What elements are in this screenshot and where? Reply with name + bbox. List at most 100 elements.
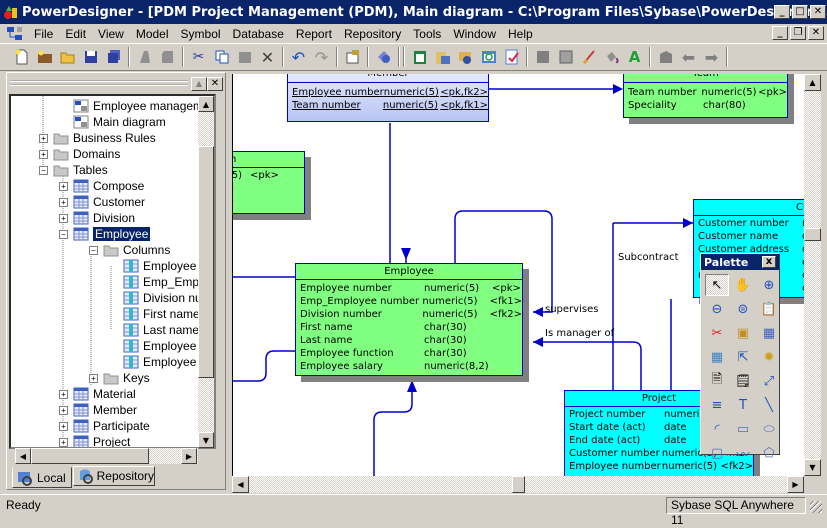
palette-close-button[interactable]: x [762,256,776,268]
pointer-icon[interactable]: ↖ [705,274,729,296]
menu-window[interactable]: Window [447,27,502,41]
pane-close-button[interactable]: ✕ [207,77,223,91]
expand-icon[interactable]: + [59,213,68,223]
tree-item[interactable]: + Business Rules [39,130,156,146]
tree-item[interactable]: + Member [59,402,137,418]
table-team[interactable]: Team Team numbernumeric(5)<pk> Specialit… [623,74,788,118]
resize-grip-icon[interactable] [810,501,822,513]
expand-icon[interactable]: + [89,373,98,383]
menu-tools[interactable]: Tools [407,27,447,41]
cut-icon[interactable]: ✂ [187,46,210,68]
menu-database[interactable]: Database [227,27,290,41]
tree-scroll-right[interactable]: ▶ [181,448,197,464]
send-back-icon[interactable] [554,46,577,68]
new-diagram-icon[interactable] [408,46,431,68]
canvas-scroll-up[interactable]: ▲ [804,74,821,91]
model-icon[interactable] [6,26,24,42]
close-button[interactable]: ✕ [810,5,826,19]
ellipse-icon[interactable]: ⬭ [757,418,781,440]
menu-view[interactable]: View [92,27,130,41]
tree-item[interactable]: + Material [59,386,136,402]
canvas-hscroll[interactable]: ◀ ▶ [232,476,804,493]
palette-window[interactable]: Palette x ↖ ✋ ⊕ ⊖ ⊜ 📋 ✂ ▣ ▦ ▦ ⇱ ✹ 🗎 🗒 ⤢ ≡ T ╲ ◜ ▭ ⬭ ▢ 〰 ⬠ [700,253,781,463]
tree-item[interactable]: + Keys [89,370,150,386]
bring-front-icon[interactable] [531,46,554,68]
open-icon[interactable] [56,46,79,68]
rectangle-icon[interactable]: ▭ [731,418,755,440]
save-icon[interactable] [79,46,102,68]
check-model-icon[interactable] [500,46,523,68]
collapse-icon[interactable]: − [59,229,68,239]
tree-item[interactable]: First name [123,306,200,322]
menu-file[interactable]: File [28,27,59,41]
reference-icon[interactable]: ⇱ [731,346,755,368]
menu-help[interactable]: Help [502,27,539,41]
rounded-rect-icon[interactable]: ▢ [705,442,729,464]
tree-item[interactable]: + Division [59,210,135,226]
expand-icon[interactable]: + [59,437,68,447]
print-icon[interactable] [156,46,179,68]
note-icon[interactable]: 🗒 [731,370,755,392]
collapse-icon[interactable]: − [39,165,48,175]
redo-icon[interactable]: ↷ [310,46,333,68]
tree-scroll-thumb[interactable] [198,146,214,378]
pane-float-button[interactable]: ▲ [191,77,207,91]
tree-item[interactable]: + Participate [59,418,150,434]
expand-icon[interactable]: + [59,421,68,431]
expand-icon[interactable]: + [59,405,68,415]
tree-item[interactable]: + Project [59,434,130,447]
undo-icon[interactable]: ↶ [287,46,310,68]
zoom-out-icon[interactable]: ⊖ [705,298,729,320]
fill-icon[interactable] [577,46,600,68]
tree-item[interactable]: Last name [123,322,199,338]
link-icon[interactable]: ⤢ [757,370,781,392]
help-icon[interactable] [372,46,395,68]
paste-icon[interactable] [233,46,256,68]
mdi-minimize-button[interactable]: _ [772,26,788,40]
cut-icon[interactable]: ✂ [705,322,729,344]
properties-icon[interactable]: 📋 [757,298,781,320]
properties-icon[interactable] [341,46,364,68]
table-employee[interactable]: Employee Employee number numeric(5) <pk> Em… [295,263,523,376]
package-icon[interactable]: ▣ [731,322,755,344]
delete-icon[interactable]: ✕ [256,46,279,68]
new-project-icon[interactable] [33,46,56,68]
arc-icon[interactable]: ◜ [705,418,729,440]
tree-item[interactable]: + Customer [59,194,145,210]
print-preview-icon[interactable] [133,46,156,68]
tree-item[interactable]: − Tables [39,162,108,178]
canvas-scroll-right[interactable]: ▶ [787,476,804,493]
tab-local[interactable]: Local [12,467,72,488]
palette-title-bar[interactable]: Palette x [701,254,779,270]
zoom-in-icon[interactable]: ⊕ [757,274,781,296]
find-icon[interactable] [454,46,477,68]
forward-icon[interactable]: ➡ [700,46,723,68]
line-icon[interactable]: ╲ [757,394,781,416]
color-icon[interactable] [600,46,623,68]
canvas-scroll-down[interactable]: ▼ [804,459,821,476]
table-icon[interactable]: ▦ [757,322,781,344]
mdi-restore-button[interactable]: ❐ [790,26,806,40]
collapse-icon[interactable]: − [89,245,98,255]
view-icon[interactable]: ▦ [705,346,729,368]
back-icon[interactable]: ⬅ [677,46,700,68]
expand-icon[interactable]: + [59,389,68,399]
mdi-close-button[interactable]: ✕ [808,26,824,40]
tree-item[interactable]: − Columns [89,242,170,258]
tree-scroll-down[interactable]: ▼ [198,432,214,448]
copy-icon[interactable] [210,46,233,68]
pane-grip[interactable] [10,80,188,86]
procedure-icon[interactable]: ✹ [757,346,781,368]
grabber-icon[interactable]: ✋ [731,274,755,296]
tree-scroll-up[interactable]: ▲ [198,96,214,112]
menu-symbol[interactable]: Symbol [175,27,227,41]
refresh-icon[interactable] [477,46,500,68]
import-icon[interactable] [431,46,454,68]
tree-item[interactable]: + Compose [59,178,144,194]
menu-edit[interactable]: Edit [59,27,92,41]
menu-repository[interactable]: Repository [338,27,407,41]
save-all-icon[interactable] [102,46,125,68]
canvas-hscroll-thumb[interactable] [512,476,525,493]
tree-scroll-left[interactable]: ◀ [15,448,31,464]
align-icon[interactable] [654,46,677,68]
